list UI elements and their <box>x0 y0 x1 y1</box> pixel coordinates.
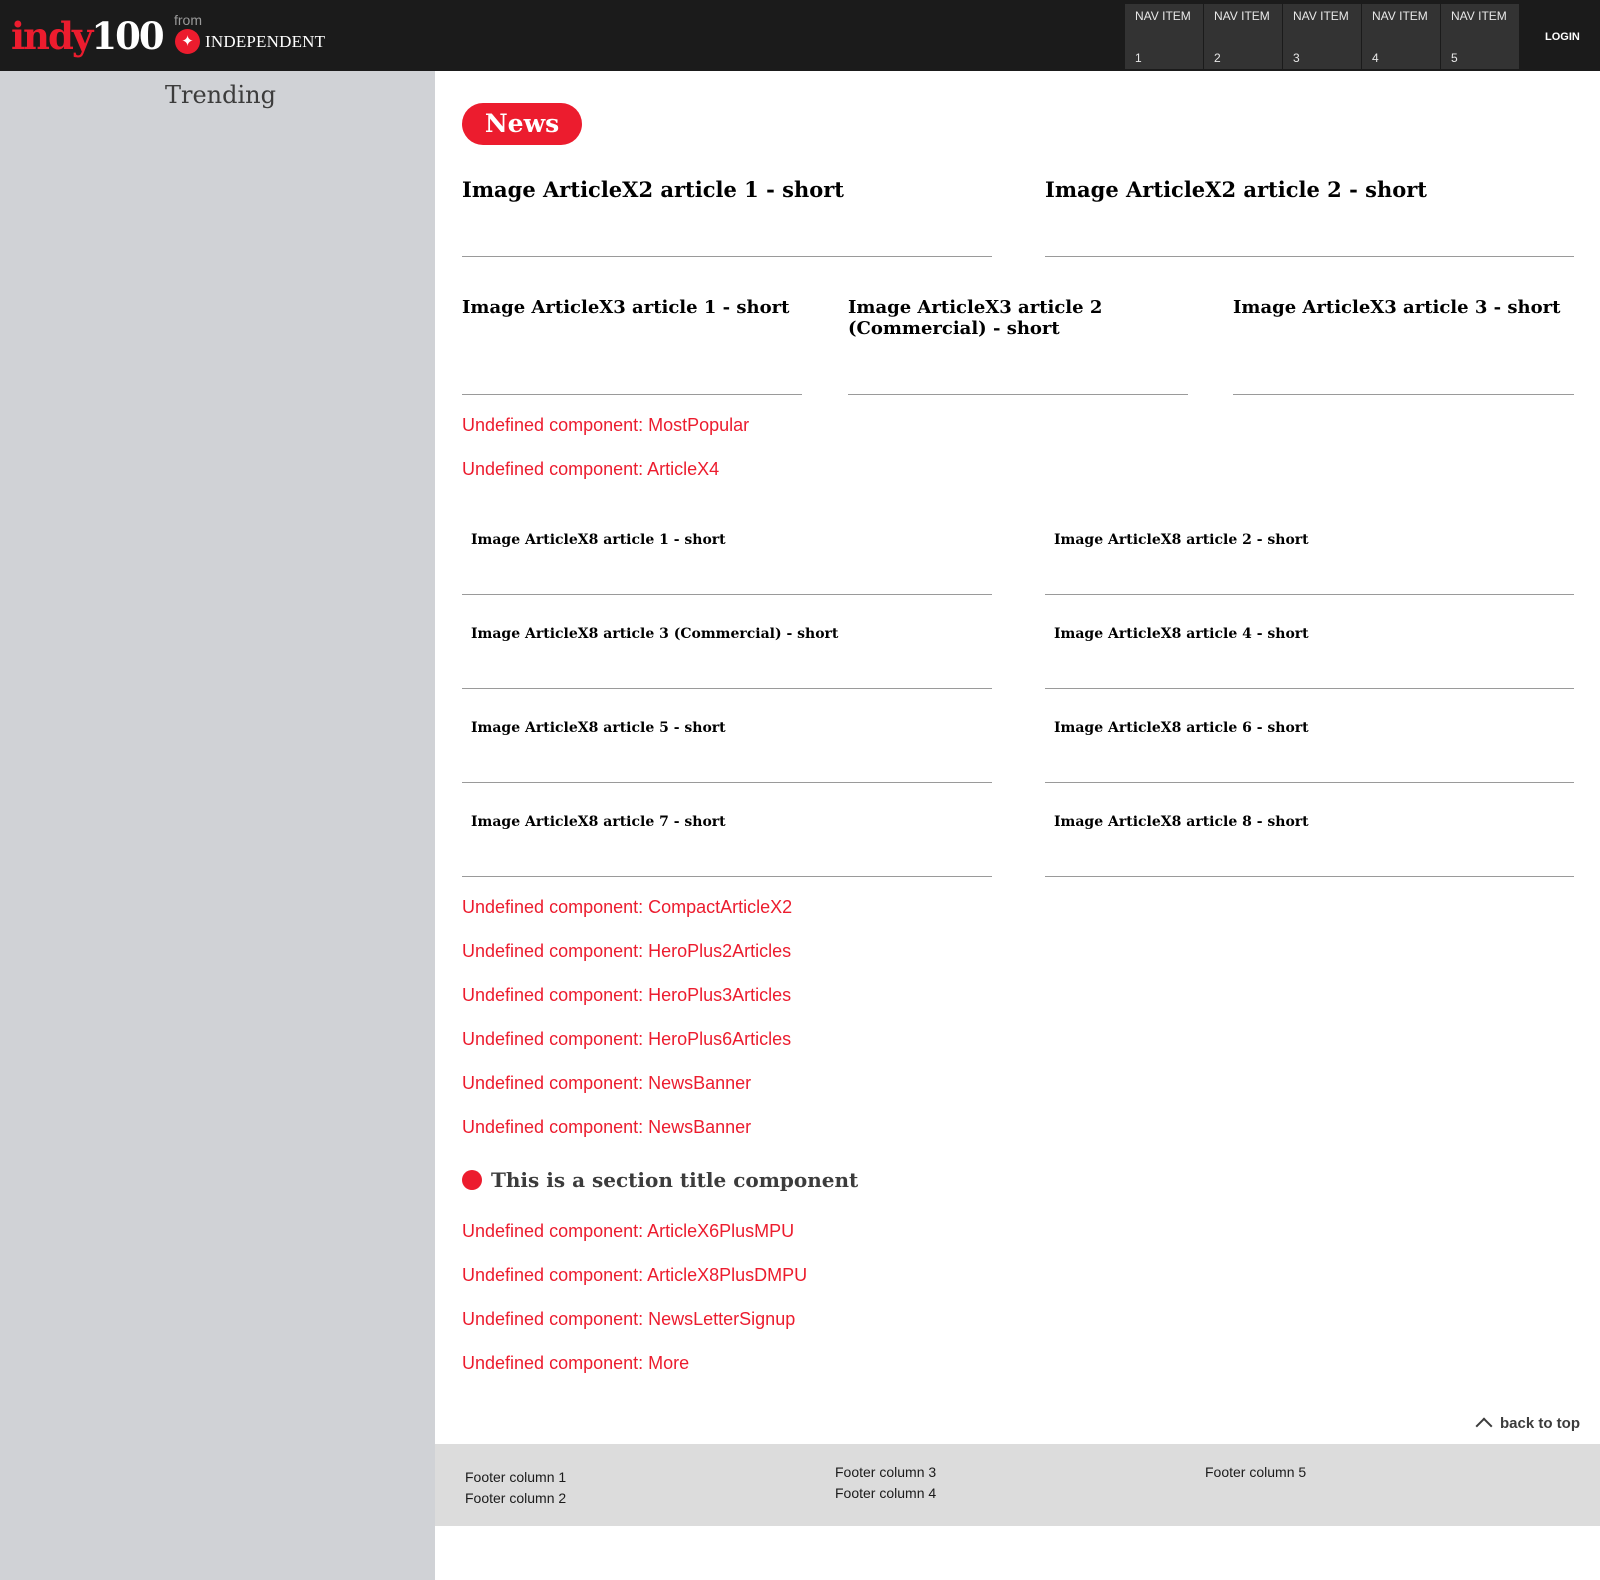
nav-item-3[interactable]: NAV ITEM 3 <box>1283 4 1362 69</box>
nav-item-label: NAV ITEM <box>1214 9 1270 23</box>
nav-item-label: NAV ITEM <box>1372 9 1428 23</box>
logo-text-indy: indy <box>11 14 93 58</box>
article-card[interactable]: Image ArticleX8 article 4 - short <box>1045 625 1574 689</box>
logo-text-100: 100 <box>91 14 164 58</box>
article-card[interactable]: Image ArticleX8 article 7 - short <box>462 813 992 877</box>
nav-item-label: NAV ITEM <box>1451 9 1507 23</box>
undefined-component-message: Undefined component: ArticleX4 <box>462 459 720 479</box>
article-card[interactable]: Image ArticleX3 article 3 - short <box>1233 297 1574 395</box>
article-card[interactable]: Image ArticleX8 article 6 - short <box>1045 719 1574 783</box>
article-title[interactable]: Image ArticleX8 article 3 (Commercial) -… <box>462 625 992 643</box>
chevron-up-icon <box>1475 1417 1493 1435</box>
section-bullet-icon <box>462 1170 482 1190</box>
undefined-component-message: Undefined component: HeroPlus2Articles <box>462 941 792 961</box>
site-footer: Footer column 1 Footer column 2 Footer c… <box>435 1444 1600 1526</box>
site-header: indy 100 from ✦ INDEPENDENT NAV ITEM 1 NA… <box>0 0 1600 71</box>
footer-column-group-1: Footer column 1 Footer column 2 <box>465 1467 566 1509</box>
footer-column-link[interactable]: Footer column 2 <box>465 1488 566 1509</box>
nav-item-number: 1 <box>1135 51 1142 65</box>
article-card[interactable]: Image ArticleX8 article 5 - short <box>462 719 992 783</box>
from-label: from <box>174 12 202 28</box>
undefined-component-message: Undefined component: MostPopular <box>462 415 750 435</box>
nav-item-2[interactable]: NAV ITEM 2 <box>1204 4 1283 69</box>
footer-column-link[interactable]: Footer column 4 <box>835 1483 936 1504</box>
article-card[interactable]: Image ArticleX8 article 8 - short <box>1045 813 1574 877</box>
footer-column-link[interactable]: Footer column 3 <box>835 1462 936 1483</box>
eagle-icon: ✦ <box>175 29 200 54</box>
section-title-text: This is a section title component <box>491 1168 859 1192</box>
article-card[interactable]: Image ArticleX2 article 2 - short <box>1045 177 1574 257</box>
login-link[interactable]: LOGIN <box>1545 31 1580 43</box>
nav-item-label: NAV ITEM <box>1293 9 1349 23</box>
article-title[interactable]: Image ArticleX3 article 3 - short <box>1233 297 1574 318</box>
article-title[interactable]: Image ArticleX2 article 2 - short <box>1045 177 1574 203</box>
undefined-component-message: Undefined component: NewsLetterSignup <box>462 1309 796 1329</box>
article-title[interactable]: Image ArticleX3 article 2 (Commercial) -… <box>848 297 1188 339</box>
article-title[interactable]: Image ArticleX3 article 1 - short <box>462 297 802 318</box>
article-card[interactable]: Image ArticleX8 article 1 - short <box>462 531 992 595</box>
trending-title: Trending <box>165 81 276 109</box>
indy100-logo[interactable]: indy 100 <box>11 14 165 58</box>
footer-column-link[interactable]: Footer column 1 <box>465 1467 566 1488</box>
back-to-top-label: back to top <box>1500 1414 1581 1432</box>
nav-item-number: 5 <box>1451 51 1458 65</box>
article-title[interactable]: Image ArticleX8 article 6 - short <box>1045 719 1574 737</box>
undefined-component-message: Undefined component: ArticleX6PlusMPU <box>462 1221 795 1241</box>
article-card[interactable]: Image ArticleX8 article 2 - short <box>1045 531 1574 595</box>
undefined-component-message: Undefined component: More <box>462 1353 690 1373</box>
article-card[interactable]: Image ArticleX3 article 2 (Commercial) -… <box>848 297 1188 395</box>
article-title[interactable]: Image ArticleX8 article 1 - short <box>462 531 992 549</box>
independent-logo[interactable]: ✦ INDEPENDENT <box>175 29 325 54</box>
sidebar: Trending <box>0 71 435 1580</box>
footer-column-group-2: Footer column 3 Footer column 4 <box>835 1462 936 1504</box>
back-to-top-button[interactable]: back to top <box>1475 1414 1581 1435</box>
nav-item-number: 4 <box>1372 51 1379 65</box>
footer-column-group-3: Footer column 5 <box>1205 1462 1306 1483</box>
article-title[interactable]: Image ArticleX2 article 1 - short <box>462 177 992 203</box>
article-title[interactable]: Image ArticleX8 article 4 - short <box>1045 625 1574 643</box>
main-content: News Image ArticleX2 article 1 - short I… <box>435 71 1600 1580</box>
article-title[interactable]: Image ArticleX8 article 7 - short <box>462 813 992 831</box>
article-title[interactable]: Image ArticleX8 article 8 - short <box>1045 813 1574 831</box>
footer-column-link[interactable]: Footer column 5 <box>1205 1462 1306 1483</box>
article-title[interactable]: Image ArticleX8 article 2 - short <box>1045 531 1574 549</box>
section-pill-news[interactable]: News <box>462 103 582 145</box>
undefined-component-message: Undefined component: ArticleX8PlusDMPU <box>462 1265 808 1285</box>
undefined-component-message: Undefined component: NewsBanner <box>462 1117 752 1137</box>
main-nav: NAV ITEM 1 NAV ITEM 2 NAV ITEM 3 NAV ITE… <box>1125 4 1520 69</box>
nav-item-label: NAV ITEM <box>1135 9 1191 23</box>
nav-item-5[interactable]: NAV ITEM 5 <box>1441 4 1520 69</box>
article-title[interactable]: Image ArticleX8 article 5 - short <box>462 719 992 737</box>
article-card[interactable]: Image ArticleX8 article 3 (Commercial) -… <box>462 625 992 689</box>
undefined-component-message: Undefined component: CompactArticleX2 <box>462 897 793 917</box>
nav-item-1[interactable]: NAV ITEM 1 <box>1125 4 1204 69</box>
nav-item-number: 2 <box>1214 51 1221 65</box>
section-title: This is a section title component <box>462 1168 858 1192</box>
article-card[interactable]: Image ArticleX3 article 1 - short <box>462 297 802 395</box>
undefined-component-message: Undefined component: HeroPlus3Articles <box>462 985 792 1005</box>
undefined-component-message: Undefined component: HeroPlus6Articles <box>462 1029 792 1049</box>
undefined-component-message: Undefined component: NewsBanner <box>462 1073 752 1093</box>
independent-wordmark: INDEPENDENT <box>205 31 326 51</box>
article-card[interactable]: Image ArticleX2 article 1 - short <box>462 177 992 257</box>
nav-item-4[interactable]: NAV ITEM 4 <box>1362 4 1441 69</box>
nav-item-number: 3 <box>1293 51 1300 65</box>
